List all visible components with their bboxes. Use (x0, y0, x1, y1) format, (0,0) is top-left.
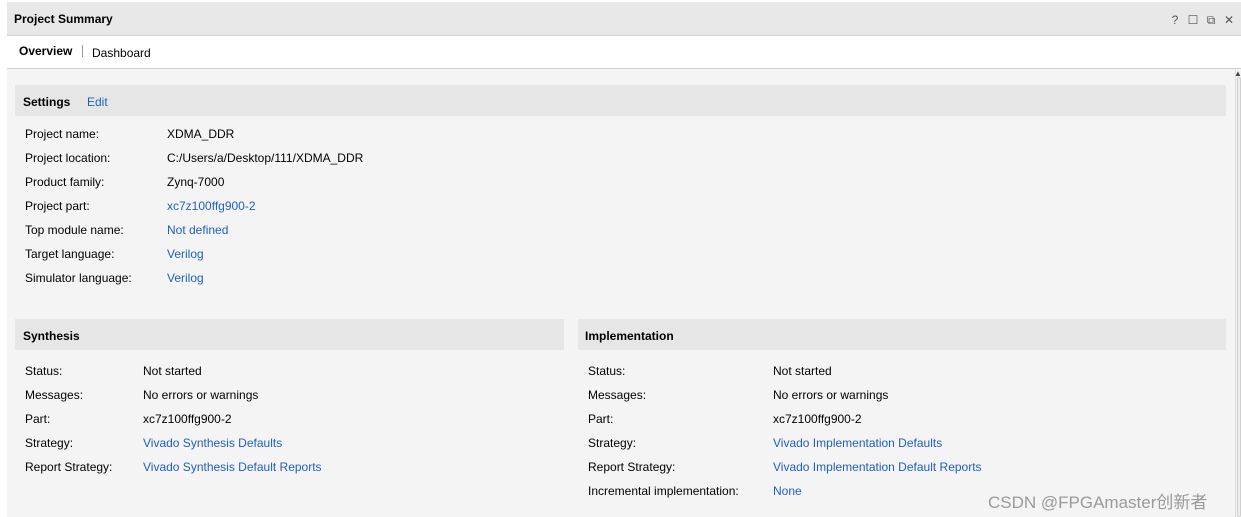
synthesis-header: Synthesis (15, 319, 564, 350)
vertical-scrollbar[interactable]: ▲ (1234, 69, 1241, 517)
implementation-row-value: Not started (773, 364, 832, 378)
synthesis-row-value: xc7z100ffg900-2 (143, 412, 232, 426)
implementation-row-value[interactable]: Vivado Implementation Defaults (773, 436, 942, 450)
implementation-row-value[interactable]: Vivado Implementation Default Reports (773, 460, 982, 474)
synthesis-row-value: Not started (143, 364, 202, 378)
settings-row-value[interactable]: xc7z100ffg900-2 (167, 199, 256, 213)
synthesis-row-label: Status: (25, 364, 63, 378)
synthesis-row-label: Strategy: (25, 436, 74, 450)
implementation-row-label: Incremental implementation: (588, 484, 739, 498)
watermark: CSDN @FPGAmaster创新者 (988, 493, 1208, 512)
synthesis-row-value[interactable]: Vivado Synthesis Defaults (143, 436, 282, 450)
synthesis-title: Synthesis (23, 329, 80, 343)
settings-title: Settings (23, 95, 71, 109)
implementation-header: Implementation (578, 319, 1226, 350)
panel-title: Project Summary (14, 12, 113, 26)
settings-row-value: XDMA_DDR (167, 127, 235, 141)
settings-row-value[interactable]: Verilog (167, 271, 204, 285)
implementation-row-value: No errors or warnings (773, 388, 889, 402)
settings-row-label: Simulator language: (25, 271, 132, 285)
implementation-row-label: Part: (588, 412, 614, 426)
settings-row-label: Product family: (25, 175, 105, 189)
settings-edit-link[interactable]: Edit (87, 95, 108, 109)
tab-bar: Overview Dashboard (7, 36, 1241, 69)
settings-header: Settings Edit (15, 85, 1226, 116)
settings-row-label: Top module name: (25, 223, 124, 237)
settings-row-label: Project part: (25, 199, 90, 213)
tab-separator (82, 45, 83, 57)
settings-row-value[interactable]: Not defined (167, 223, 228, 237)
tab-overview[interactable]: Overview (19, 44, 72, 58)
close-icon[interactable]: ✕ (1220, 13, 1238, 28)
scrollbar-thumb[interactable] (1237, 77, 1241, 517)
implementation-title: Implementation (585, 329, 674, 343)
help-icon[interactable]: ? (1166, 13, 1184, 28)
maximize-icon[interactable]: ☐ (1184, 13, 1202, 28)
summary-content: Settings Edit Project name: XDMA_DDR Proje… (7, 69, 1235, 517)
synthesis-row-value[interactable]: Vivado Synthesis Default Reports (143, 460, 322, 474)
settings-row-value: C:/Users/a/Desktop/111/XDMA_DDR (167, 151, 364, 165)
settings-row-label: Target language: (25, 247, 115, 261)
synthesis-row-label: Part: (25, 412, 51, 426)
settings-row-label: Project location: (25, 151, 111, 165)
settings-row-label: Project name: (25, 127, 100, 141)
implementation-row-value[interactable]: None (773, 484, 802, 498)
synthesis-row-label: Messages: (25, 388, 84, 402)
implementation-row-label: Report Strategy: (588, 460, 676, 474)
implementation-row-value: xc7z100ffg900-2 (773, 412, 862, 426)
settings-row-value: Zynq-7000 (167, 175, 225, 189)
implementation-row-label: Strategy: (588, 436, 637, 450)
window-controls: ? ☐ ⧉ ✕ (1166, 13, 1238, 28)
implementation-row-label: Messages: (588, 388, 647, 402)
settings-row-value[interactable]: Verilog (167, 247, 204, 261)
panel-titlebar: Project Summary ? ☐ ⧉ ✕ (7, 2, 1241, 36)
implementation-row-label: Status: (588, 364, 626, 378)
synthesis-row-label: Report Strategy: (25, 460, 113, 474)
synthesis-row-value: No errors or warnings (143, 388, 259, 402)
float-icon[interactable]: ⧉ (1202, 13, 1220, 28)
tab-dashboard[interactable]: Dashboard (92, 46, 151, 60)
